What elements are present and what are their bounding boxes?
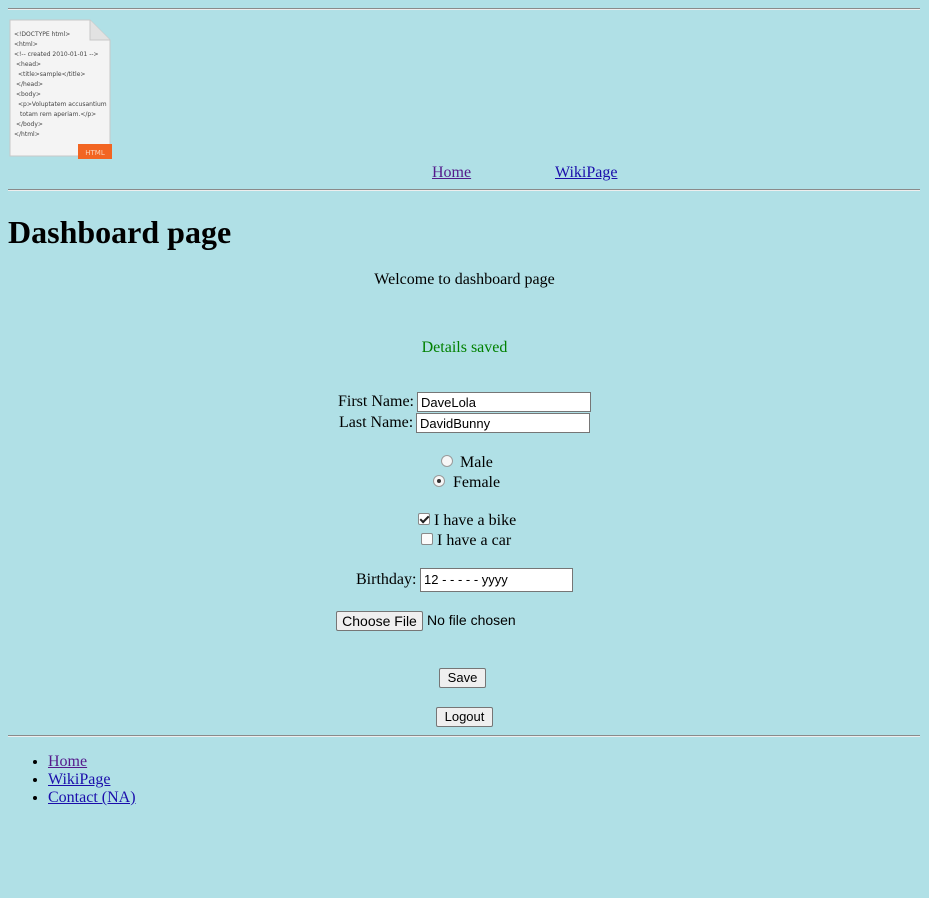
last-name-input[interactable] <box>416 413 590 433</box>
svg-text:<!DOCTYPE html>: <!DOCTYPE html> <box>14 31 70 38</box>
birthday-date-input[interactable]: 12 - - - - - yyyy <box>420 568 573 592</box>
svg-text:<html>: <html> <box>14 41 38 48</box>
footer-link-wikipage[interactable]: WikiPage <box>48 771 110 788</box>
first-name-input[interactable] <box>417 392 591 412</box>
car-label: I have a car <box>437 532 512 549</box>
footer-link-contact[interactable]: Contact (NA) <box>48 789 136 806</box>
gender-label-male: Male <box>460 454 493 471</box>
svg-text:</html>: </html> <box>14 131 40 138</box>
footer-divider <box>8 735 920 737</box>
footer-item-contact: Contact (NA) <box>48 789 136 807</box>
svg-text:</head>: </head> <box>16 81 43 88</box>
svg-text:<body>: <body> <box>16 91 41 98</box>
gender-radio-male[interactable] <box>441 455 453 467</box>
footer-item-wikipage: WikiPage <box>48 771 136 789</box>
birthday-label: Birthday: <box>356 571 417 588</box>
html-file-icon: <!DOCTYPE html> <html> <!-- created 2010… <box>8 18 112 160</box>
save-button[interactable]: Save <box>439 668 486 688</box>
birthday-value: 12 - - - - - yyyy <box>424 572 508 587</box>
page-title: Dashboard page <box>8 214 232 250</box>
header-divider <box>8 189 920 191</box>
car-checkbox[interactable] <box>421 533 433 545</box>
last-name-label: Last Name: <box>339 414 414 431</box>
svg-text:<!-- created 2010-01-01 -->: <!-- created 2010-01-01 --> <box>14 51 99 58</box>
svg-text:<p>Voluptatem accusantium: <p>Voluptatem accusantium <box>18 101 107 108</box>
status-message: Details saved <box>421 339 508 356</box>
svg-text:</body>: </body> <box>16 121 43 128</box>
gender-radio-female[interactable] <box>433 475 445 487</box>
nav-link-wikipage[interactable]: WikiPage <box>555 164 617 182</box>
top-divider <box>8 8 920 10</box>
file-status-text: No file chosen <box>427 612 516 628</box>
choose-file-button[interactable]: Choose File <box>336 611 423 631</box>
svg-text:totam rem aperiam.</p>: totam rem aperiam.</p> <box>20 111 96 118</box>
nav-link-home[interactable]: Home <box>432 164 471 182</box>
logout-button[interactable]: Logout <box>436 707 493 727</box>
html-badge: HTML <box>85 149 105 157</box>
footer-link-home[interactable]: Home <box>48 753 87 770</box>
footer-item-home: Home <box>48 753 136 771</box>
welcome-text: Welcome to dashboard page <box>374 271 555 288</box>
gender-label-female: Female <box>453 474 501 491</box>
bike-label: I have a bike <box>434 512 517 529</box>
svg-text:<title>sample</title>: <title>sample</title> <box>18 71 85 78</box>
bike-checkbox[interactable] <box>418 513 430 525</box>
first-name-label: First Name: <box>338 393 414 410</box>
footer-links: Home WikiPage Contact (NA) <box>8 753 136 807</box>
svg-text:<head>: <head> <box>16 61 41 68</box>
